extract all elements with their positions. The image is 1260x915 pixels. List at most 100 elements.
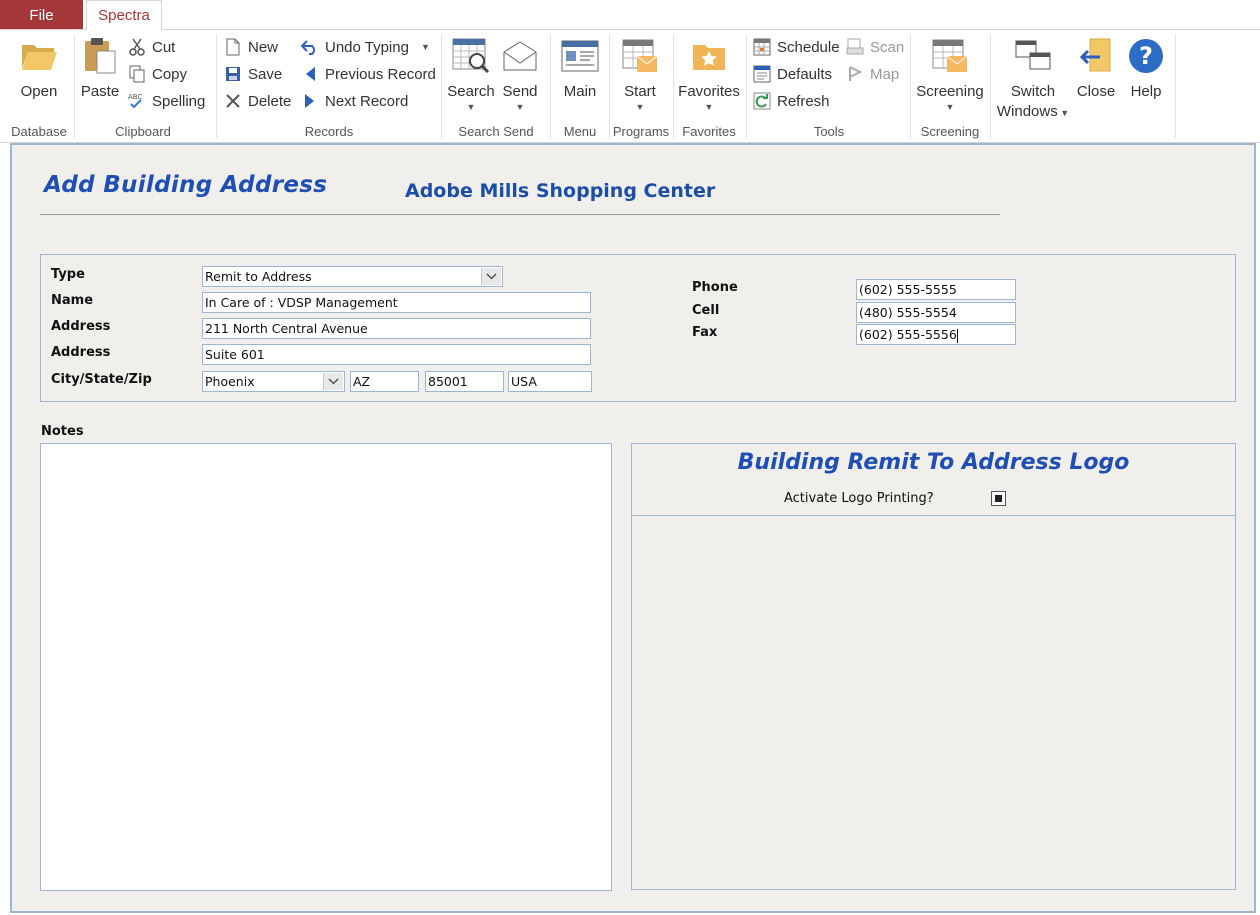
copy-icon: [128, 65, 146, 83]
search-button[interactable]: Search ▼: [446, 36, 496, 112]
main-menu-button[interactable]: Main: [558, 36, 602, 102]
state-field[interactable]: AZ: [350, 371, 419, 392]
ribbon-separator: [550, 34, 551, 138]
schedule-label: Schedule: [777, 38, 840, 56]
address2-field[interactable]: Suite 601: [202, 344, 591, 365]
refresh-icon: [753, 92, 771, 110]
address1-value: 211 North Central Avenue: [205, 321, 368, 336]
address1-label: Address: [51, 319, 111, 334]
main-label: Main: [563, 83, 597, 100]
paste-label: Paste: [80, 83, 120, 100]
tab-file[interactable]: File: [0, 0, 83, 30]
switch-windows-button[interactable]: Switch Windows ▼: [994, 36, 1072, 123]
scan-label: Scan: [870, 38, 905, 56]
screening-label: Screening: [916, 83, 984, 100]
group-label-search-send: Search Send: [458, 124, 534, 139]
city-combo[interactable]: Phoenix: [202, 371, 345, 392]
paste-icon: [80, 36, 120, 76]
open-button[interactable]: Open: [12, 36, 66, 102]
ribbon-separator: [990, 34, 991, 138]
group-label-clipboard: Clipboard: [115, 124, 171, 139]
phone-value: (602) 555-5555: [859, 282, 957, 297]
phone-field[interactable]: (602) 555-5555: [856, 279, 1016, 300]
undo-button[interactable]: Undo Typing ▼: [301, 36, 430, 58]
save-disk-icon: [224, 65, 242, 83]
close-door-icon: [1074, 36, 1118, 76]
group-label-programs: Programs: [612, 124, 670, 139]
logo-title: Building Remit To Address Logo: [737, 450, 1130, 475]
group-label-tools: Tools: [813, 124, 845, 139]
chevron-down-icon[interactable]: [481, 268, 501, 285]
next-record-label: Next Record: [325, 92, 409, 110]
group-label-screening: Screening: [920, 124, 980, 139]
tab-file-label: File: [29, 6, 54, 24]
new-button[interactable]: New: [224, 36, 278, 58]
ribbon-separator: [746, 34, 747, 138]
chevron-down-icon[interactable]: [323, 373, 343, 390]
favorites-button[interactable]: Favorites ▼: [678, 36, 740, 112]
help-label: Help: [1130, 83, 1162, 100]
favorites-dropdown-icon[interactable]: ▼: [678, 102, 740, 112]
cell-field[interactable]: (480) 555-5554: [856, 302, 1016, 323]
name-field[interactable]: In Care of : VDSP Management: [202, 292, 591, 313]
type-combo[interactable]: Remit to Address: [202, 266, 503, 287]
help-button[interactable]: ? Help: [1124, 36, 1168, 102]
cut-label: Cut: [152, 38, 176, 56]
city-state-zip-label: City/State/Zip: [51, 372, 152, 387]
switch-windows-dropdown-icon[interactable]: ▼: [1058, 108, 1069, 118]
delete-label: Delete: [248, 92, 292, 110]
svg-text:?: ?: [1139, 42, 1153, 70]
copy-label: Copy: [152, 65, 188, 83]
address1-field[interactable]: 211 North Central Avenue: [202, 318, 591, 339]
screening-button[interactable]: Screening ▼: [914, 36, 986, 112]
search-label: Search: [447, 83, 495, 100]
defaults-button[interactable]: Defaults: [753, 63, 832, 85]
spelling-icon: ABC: [128, 92, 146, 110]
spelling-label: Spelling: [152, 92, 206, 110]
logo-image-area[interactable]: [632, 516, 1235, 889]
ribbon-separator: [74, 34, 75, 138]
map-button[interactable]: Map: [846, 63, 899, 85]
save-button[interactable]: Save: [224, 63, 282, 85]
paste-button[interactable]: Paste: [80, 36, 120, 102]
delete-x-icon: [224, 92, 242, 110]
ribbon-separator: [609, 34, 610, 138]
map-icon: [846, 65, 864, 83]
ribbon-separator: [216, 34, 217, 138]
screening-dropdown-icon[interactable]: ▼: [914, 102, 986, 112]
country-field[interactable]: USA: [508, 371, 592, 392]
group-label-database: Database: [11, 124, 67, 139]
send-button[interactable]: Send ▼: [500, 36, 540, 112]
cut-button[interactable]: Cut: [128, 36, 175, 58]
next-record-button[interactable]: Next Record: [301, 90, 408, 112]
undo-dropdown-icon[interactable]: ▼: [421, 42, 430, 52]
start-button[interactable]: Start ▼: [618, 36, 662, 112]
zip-field[interactable]: 85001: [425, 371, 504, 392]
spelling-button[interactable]: ABC Spelling: [128, 90, 205, 112]
favorites-star-icon: [678, 36, 740, 76]
zip-value: 85001: [428, 374, 468, 389]
copy-button[interactable]: Copy: [128, 63, 187, 85]
scan-button[interactable]: Scan: [846, 36, 904, 58]
previous-record-button[interactable]: Previous Record: [301, 63, 436, 85]
schedule-icon: [753, 38, 771, 56]
country-value: USA: [511, 374, 537, 389]
start-dropdown-icon[interactable]: ▼: [618, 102, 662, 112]
type-label: Type: [51, 267, 85, 282]
schedule-button[interactable]: Schedule: [753, 36, 840, 58]
close-button[interactable]: Close: [1074, 36, 1118, 102]
search-dropdown-icon[interactable]: ▼: [446, 102, 496, 112]
map-label: Map: [870, 65, 900, 83]
delete-button[interactable]: Delete: [224, 90, 291, 112]
tab-spectra[interactable]: Spectra: [86, 0, 162, 30]
fax-field[interactable]: (602) 555-5556: [856, 324, 1016, 345]
activate-logo-checkbox[interactable]: [991, 491, 1006, 506]
previous-record-label: Previous Record: [325, 65, 436, 83]
notes-textarea[interactable]: [40, 443, 612, 891]
search-grid-icon: [446, 36, 496, 76]
cell-value: (480) 555-5554: [859, 305, 957, 320]
send-dropdown-icon[interactable]: ▼: [500, 102, 540, 112]
switch-windows-icon: [994, 36, 1072, 76]
refresh-button[interactable]: Refresh: [753, 90, 830, 112]
fax-value: (602) 555-5556: [859, 327, 957, 342]
